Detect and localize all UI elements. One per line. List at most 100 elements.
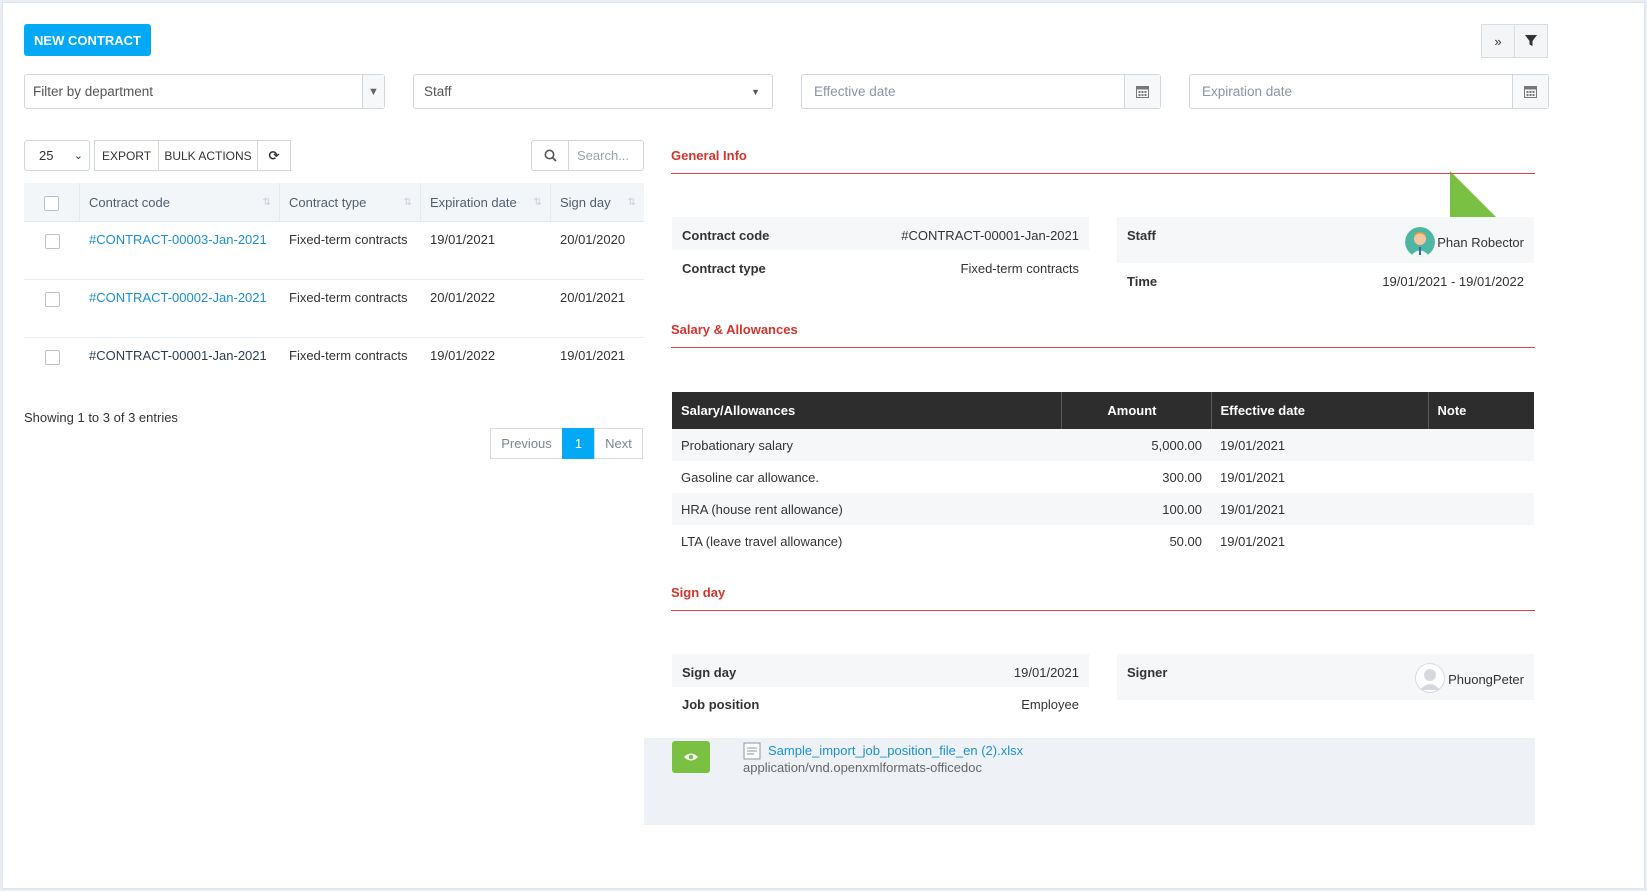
table-actions: EXPORT BULK ACTIONS ⟳ — [94, 140, 291, 171]
table-search[interactable]: Search... — [531, 140, 644, 171]
column-header-contract-code[interactable]: Contract code ⇅ — [80, 183, 280, 221]
table-row[interactable]: #CONTRACT-00002-Jan-2021 Fixed-term cont… — [24, 280, 644, 338]
salary-name: HRA (house rent allowance) — [672, 493, 1061, 525]
effective-date-input[interactable]: Effective date — [801, 74, 1161, 109]
attachment-file-link[interactable]: Sample_import_job_position_file_en (2).x… — [768, 743, 1023, 758]
time-label: Time — [1127, 274, 1158, 289]
salary-note — [1428, 429, 1534, 461]
caret-down-icon: ▼ — [362, 75, 384, 108]
double-chevron-right-icon: » — [1494, 33, 1502, 49]
salary-date: 19/01/2021 — [1211, 493, 1428, 525]
search-icon — [532, 141, 569, 170]
col-salary-allowances: Salary/Allowances — [672, 392, 1061, 429]
department-filter[interactable]: Filter by department ▼ — [24, 74, 385, 109]
contract-code-link[interactable]: #CONTRACT-00003-Jan-2021 — [89, 232, 267, 247]
row-checkbox[interactable] — [44, 234, 60, 249]
signer-value: PhuongPeter — [1448, 672, 1524, 687]
select-all-checkbox[interactable] — [44, 195, 59, 211]
document-icon — [743, 742, 761, 760]
salary-row: Probationary salary 5,000.00 19/01/2021 — [672, 429, 1534, 461]
salary-date: 19/01/2021 — [1211, 429, 1428, 461]
column-header-contract-type[interactable]: Contract type ⇅ — [280, 183, 421, 221]
salary-date: 19/01/2021 — [1220, 469, 1286, 485]
row-checkbox[interactable] — [44, 350, 60, 365]
col-amount: Amount — [1060, 392, 1211, 429]
previous-page-button[interactable]: Previous — [490, 428, 563, 459]
export-button[interactable]: EXPORT — [94, 140, 159, 171]
attachment-mime: application/vnd.openxmlformats-officedoc — [743, 760, 982, 775]
calendar-icon[interactable] — [1512, 75, 1548, 108]
staff-select-value: Staff — [424, 84, 452, 99]
staff-label: Staff — [1127, 228, 1156, 243]
column-header-sign-day[interactable]: Sign day ⇅ — [551, 183, 644, 221]
next-page-button[interactable]: Next — [594, 428, 643, 459]
page-size-value: 25 — [39, 148, 54, 163]
sign-info-right: Signer PhuongPeter — [1117, 654, 1534, 700]
salary-date: 19/01/2021 — [1220, 533, 1286, 549]
salary-note — [1428, 525, 1534, 557]
contract-code-label: Contract code — [682, 228, 770, 243]
general-info-left: Contract code #CONTRACT-00001-Jan-2021 C… — [672, 217, 1089, 283]
signer-label: Signer — [1127, 665, 1168, 680]
contract-code-link[interactable]: #CONTRACT-00002-Jan-2021 — [89, 290, 267, 305]
expiration-date-input[interactable]: Expiration date — [1189, 74, 1549, 109]
filter-icon — [1525, 35, 1537, 46]
salary-title: Salary & Allowances — [671, 322, 798, 337]
column-header-expiration-date[interactable]: Expiration date ⇅ — [421, 183, 551, 221]
contract-type-value: Fixed-term contracts — [960, 261, 1079, 276]
bulk-actions-button[interactable]: BULK ACTIONS — [158, 140, 258, 171]
salary-table: Salary/Allowances Amount Effective date … — [672, 392, 1534, 557]
preview-button[interactable] — [672, 741, 710, 773]
contract-type-cell: Fixed-term contracts — [289, 348, 408, 363]
attachment-area: Sample_import_job_position_file_en (2).x… — [644, 738, 1535, 825]
table-row[interactable]: #CONTRACT-00001-Jan-2021 Fixed-term cont… — [24, 338, 644, 396]
select-all-cell — [24, 183, 80, 221]
contract-type-label: Contract type — [682, 261, 766, 276]
job-position-value: Employee — [1021, 697, 1079, 712]
sign-day-cell: 19/01/2021 — [560, 348, 626, 363]
table-header: Contract code ⇅ Contract type ⇅ Expiration… — [24, 183, 644, 222]
column-label: Expiration date — [430, 194, 517, 210]
salary-amount: 100.00 — [1061, 493, 1211, 525]
sort-icon: ⇅ — [403, 196, 412, 208]
salary-amount: 300.00 — [1162, 469, 1202, 485]
general-info-right: Staff Phan Robector Time 19/01/2021 - 19… — [1117, 217, 1534, 297]
sort-icon: ⇅ — [627, 196, 636, 208]
caret-down-icon: ▼ — [751, 86, 760, 97]
page-size-select[interactable]: 25 ⌄ — [24, 140, 90, 171]
column-label: Sign day — [560, 194, 611, 210]
sign-day-title: Sign day — [671, 585, 726, 600]
reload-button[interactable]: ⟳ — [257, 140, 291, 171]
filter-button[interactable] — [1514, 24, 1548, 58]
table-row[interactable]: #CONTRACT-00003-Jan-2021 Fixed-term cont… — [24, 222, 644, 280]
contract-code-link[interactable]: #CONTRACT-00001-Jan-2021 — [89, 348, 267, 363]
signer-avatar[interactable] — [1415, 663, 1445, 693]
salary-row: HRA (house rent allowance) 100.00 19/01/… — [672, 493, 1534, 525]
general-info-divider — [671, 173, 1535, 174]
salary-header-row: Salary/Allowances Amount Effective date … — [672, 392, 1534, 429]
eye-icon — [684, 753, 698, 761]
contracts-table: Contract code ⇅ Contract type ⇅ Expiration… — [24, 183, 644, 396]
staff-select[interactable]: Staff ▼ — [413, 74, 773, 109]
salary-amount: 5,000.00 — [1061, 429, 1211, 461]
row-checkbox[interactable] — [44, 292, 60, 307]
time-value: 19/01/2021 - 19/01/2022 — [1382, 274, 1524, 289]
page-1-button[interactable]: 1 — [562, 428, 595, 459]
expiration-date-cell: 19/01/2021 — [430, 232, 496, 247]
salary-row: LTA (leave travel allowance) 50.00 19/01… — [672, 525, 1534, 557]
contract-code-value: #CONTRACT-00001-Jan-2021 — [901, 228, 1079, 243]
calendar-icon[interactable] — [1124, 75, 1160, 108]
col-note: Note — [1427, 392, 1534, 429]
search-input[interactable]: Search... — [569, 141, 629, 170]
sign-day-label: Sign day — [682, 665, 737, 680]
contract-type-cell: Fixed-term contracts — [289, 290, 408, 305]
new-contract-button[interactable]: NEW CONTRACT — [24, 24, 151, 56]
sign-day-divider — [671, 610, 1535, 611]
sort-icon: ⇅ — [262, 196, 271, 208]
job-position-label: Job position — [682, 697, 760, 712]
expand-button[interactable]: » — [1481, 24, 1515, 58]
general-info-title: General Info — [671, 148, 747, 163]
staff-avatar[interactable] — [1405, 227, 1435, 257]
expiration-date-cell: 20/01/2022 — [430, 290, 496, 305]
column-label: Contract type — [289, 194, 367, 210]
